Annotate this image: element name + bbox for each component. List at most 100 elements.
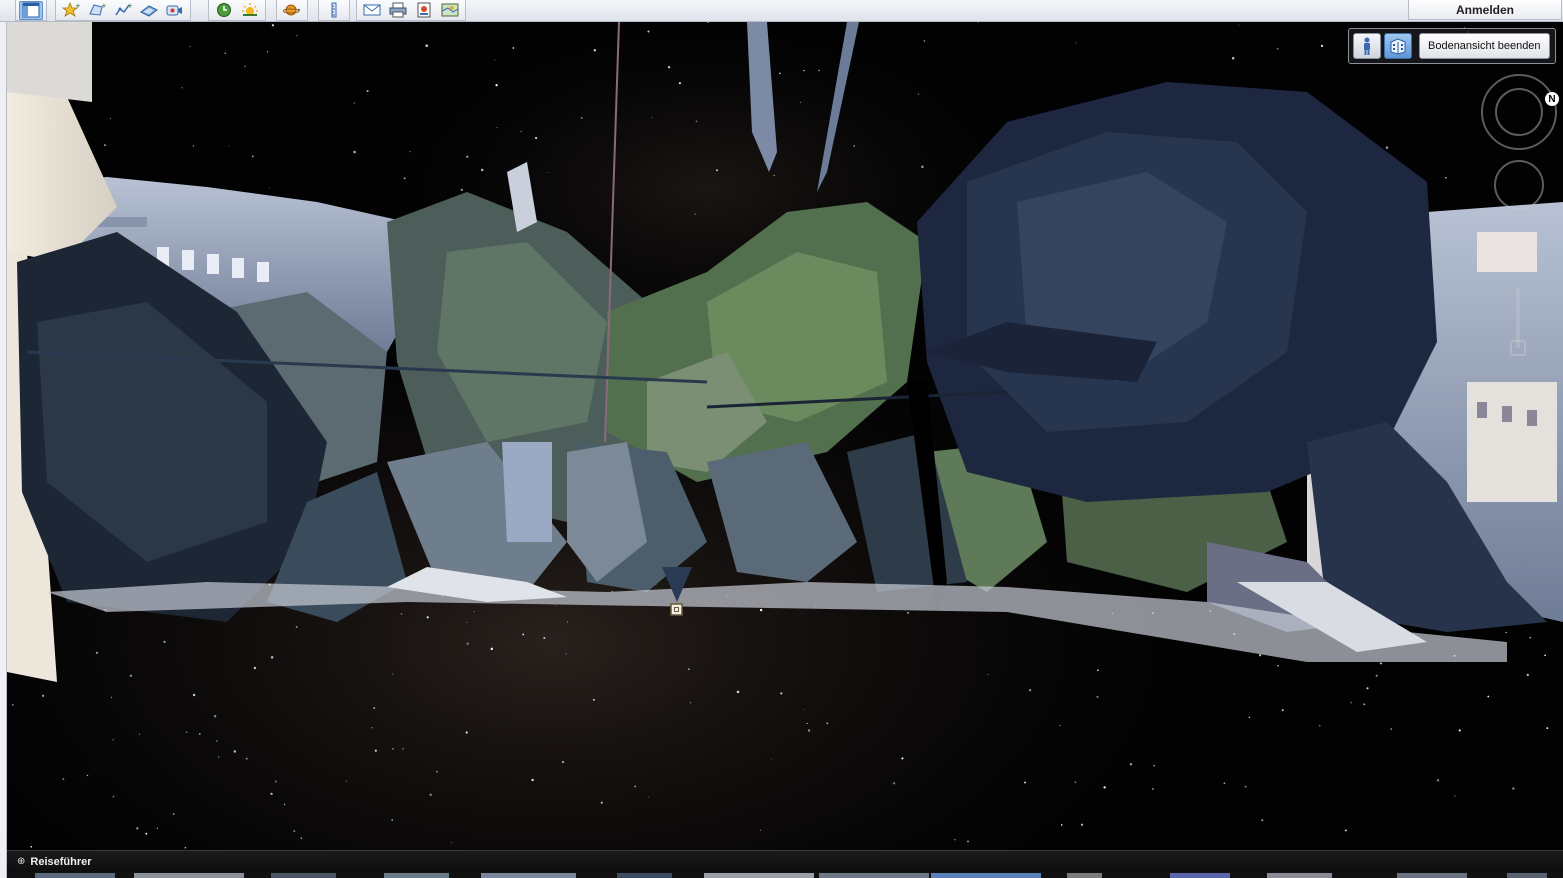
star — [270, 792, 273, 796]
list-item[interactable] — [1397, 873, 1467, 878]
star — [466, 642, 469, 645]
star — [473, 611, 475, 613]
list-item[interactable] — [134, 873, 244, 878]
star — [400, 613, 403, 615]
move-joystick[interactable] — [1494, 160, 1544, 210]
planets-button[interactable] — [280, 1, 304, 20]
sidebar-toggle-button[interactable] — [19, 0, 43, 20]
star — [1258, 654, 1262, 657]
add-image-overlay-button[interactable] — [137, 1, 161, 20]
list-item[interactable] — [819, 873, 929, 878]
star — [426, 616, 429, 619]
star — [172, 813, 175, 815]
print-button[interactable] — [386, 1, 410, 20]
historical-imagery-button[interactable] — [212, 1, 236, 20]
star — [1375, 674, 1378, 677]
tour-guide-thumbnails — [7, 872, 1563, 878]
email-button[interactable] — [360, 1, 384, 20]
star — [954, 839, 956, 841]
list-item[interactable] — [1067, 873, 1102, 878]
star — [403, 177, 406, 180]
view-in-maps-button[interactable] — [438, 1, 462, 20]
star — [353, 102, 356, 104]
star — [694, 213, 696, 215]
star — [1231, 56, 1235, 60]
star — [251, 155, 254, 158]
star — [907, 611, 910, 614]
star — [799, 101, 802, 104]
list-item[interactable] — [931, 873, 1041, 878]
zoom-slider-track[interactable] — [1516, 288, 1520, 348]
star — [917, 93, 920, 95]
star — [512, 47, 515, 49]
star — [1526, 673, 1529, 677]
save-image-icon — [417, 2, 431, 18]
chevron-down-icon[interactable]: ⊕ — [17, 856, 25, 867]
star — [1366, 687, 1369, 690]
star — [647, 30, 650, 33]
list-item[interactable] — [384, 873, 449, 878]
star — [1238, 24, 1240, 26]
star — [555, 605, 557, 607]
star — [184, 846, 187, 849]
list-item[interactable] — [35, 873, 115, 878]
star — [11, 703, 14, 706]
list-item[interactable] — [1170, 873, 1230, 878]
toolbar-group-time — [208, 0, 266, 21]
star — [773, 174, 775, 177]
ground-level-scene — [7, 22, 1563, 850]
add-path-button[interactable]: + — [111, 1, 135, 20]
star — [163, 640, 166, 644]
look-joystick-inner[interactable] — [1495, 88, 1543, 136]
3d-viewport[interactable] — [7, 22, 1563, 850]
star — [41, 694, 45, 697]
star — [892, 782, 896, 785]
star — [1390, 728, 1393, 730]
view-in-maps-icon — [441, 3, 459, 17]
star — [1454, 795, 1456, 797]
list-item[interactable] — [704, 873, 814, 878]
person-view-button[interactable] — [1353, 33, 1381, 59]
record-tour-button[interactable] — [163, 1, 187, 20]
star — [1074, 781, 1077, 784]
signin-button[interactable]: Anmelden — [1408, 0, 1562, 20]
exit-ground-view-button[interactable]: Bodenansicht beenden — [1419, 33, 1550, 59]
star — [425, 44, 428, 47]
star — [293, 830, 296, 833]
tour-guide-label[interactable]: Reiseführer — [30, 856, 91, 868]
star — [391, 819, 394, 821]
star — [490, 647, 494, 651]
save-image-button[interactable] — [412, 1, 436, 20]
star — [695, 120, 698, 123]
star — [651, 117, 653, 119]
list-item[interactable] — [481, 873, 576, 878]
person-icon — [1364, 37, 1370, 55]
star — [780, 692, 783, 695]
zoom-slider-thumb[interactable] — [1510, 340, 1526, 356]
ruler-button[interactable] — [322, 1, 346, 20]
star — [534, 136, 538, 140]
tour-guide-bar[interactable]: ⊕ Reiseführer — [7, 850, 1563, 872]
star — [987, 674, 989, 675]
list-item[interactable] — [271, 873, 336, 878]
svg-text:+: + — [75, 2, 80, 10]
list-item[interactable] — [617, 873, 672, 878]
add-polygon-button[interactable]: + — [85, 1, 109, 20]
star — [1096, 695, 1099, 698]
star — [901, 757, 904, 760]
3d-building-button[interactable] — [1384, 33, 1412, 59]
list-item[interactable] — [1267, 873, 1332, 878]
list-item[interactable] — [1507, 873, 1547, 878]
star — [296, 35, 298, 37]
star — [1248, 716, 1251, 719]
add-placemark-button[interactable]: + — [59, 1, 83, 20]
sunlight-button[interactable] — [238, 1, 262, 20]
sidebar-edge[interactable] — [0, 22, 7, 878]
sunlight-icon — [242, 3, 258, 16]
star — [548, 171, 550, 173]
add-polygon-icon: + — [89, 2, 106, 16]
star — [366, 89, 369, 93]
star — [736, 690, 740, 694]
north-indicator[interactable]: N — [1545, 92, 1559, 106]
record-tour-icon — [166, 5, 182, 16]
